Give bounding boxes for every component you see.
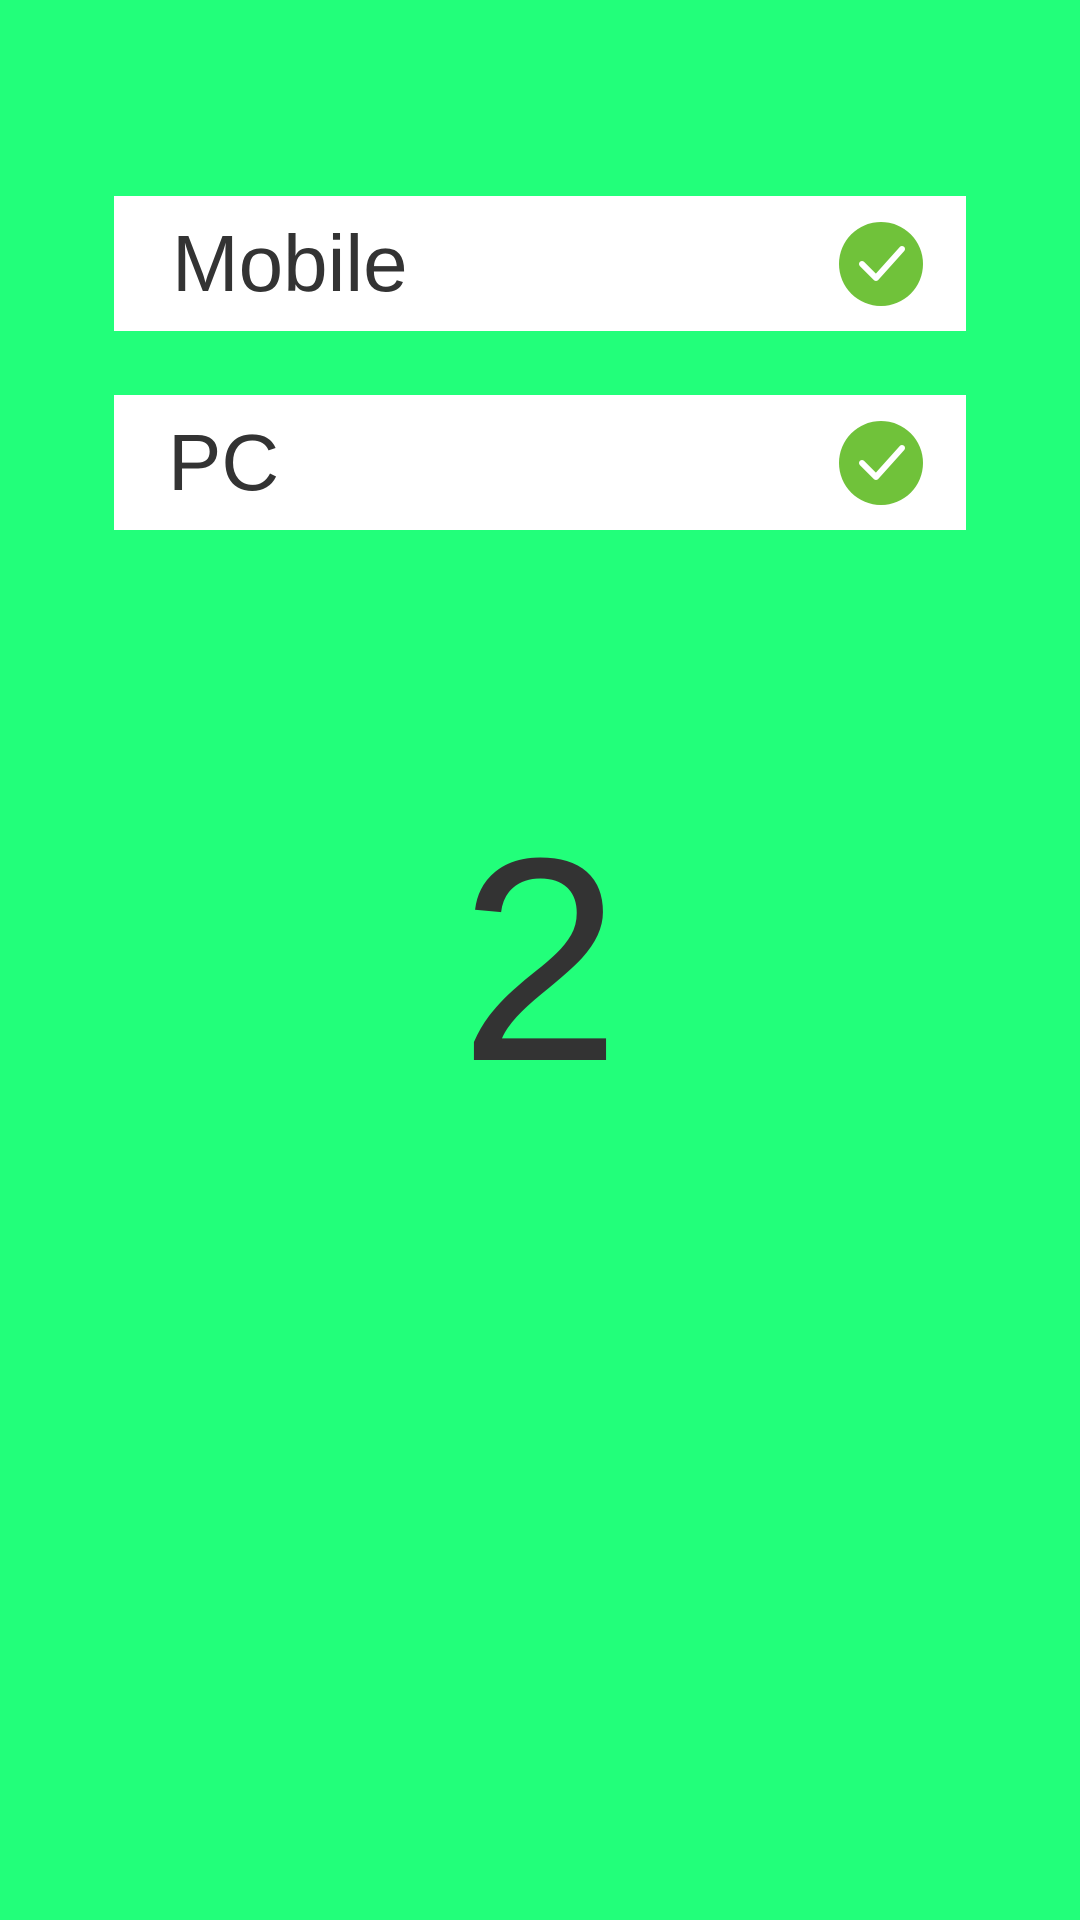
option-card-pc[interactable]: PC	[114, 395, 966, 530]
selected-count: 2	[459, 798, 621, 1122]
option-label-pc: PC	[168, 417, 280, 507]
option-card-mobile[interactable]: Mobile	[114, 196, 966, 331]
check-circle-icon	[839, 221, 923, 306]
option-label-mobile: Mobile	[172, 218, 408, 308]
check-circle-icon	[839, 420, 923, 505]
